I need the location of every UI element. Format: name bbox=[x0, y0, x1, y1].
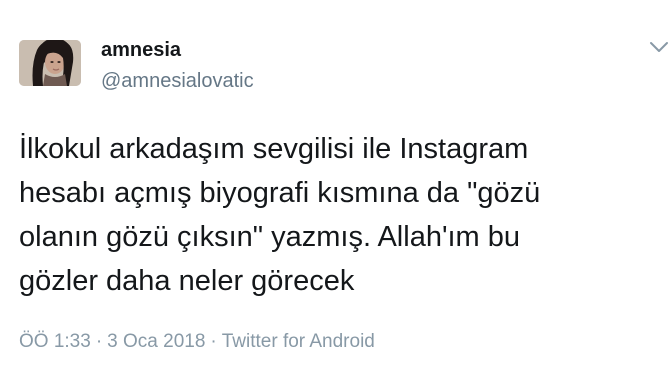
display-name[interactable]: amnesia bbox=[101, 39, 181, 62]
meta-separator: · bbox=[95, 331, 103, 352]
chevron-down-icon[interactable] bbox=[648, 38, 670, 56]
tweet-card: amnesia @amnesialovatic İlkokul arkadaşı… bbox=[0, 0, 672, 378]
tweet-source-link[interactable]: Twitter for Android bbox=[222, 331, 375, 352]
user-handle[interactable]: @amnesialovatic bbox=[101, 70, 254, 93]
tweet-text: İlkokul arkadaşım sevgilisi ile Instagra… bbox=[19, 133, 541, 297]
tweet-date[interactable]: 3 Oca 2018 bbox=[107, 331, 205, 352]
tweet-metadata: ÖÖ 1:33 · 3 Oca 2018 · Twitter for Android bbox=[19, 331, 375, 353]
avatar[interactable] bbox=[19, 40, 81, 86]
meta-separator: · bbox=[210, 331, 217, 352]
tweet-time[interactable]: ÖÖ 1:33 bbox=[19, 331, 91, 352]
